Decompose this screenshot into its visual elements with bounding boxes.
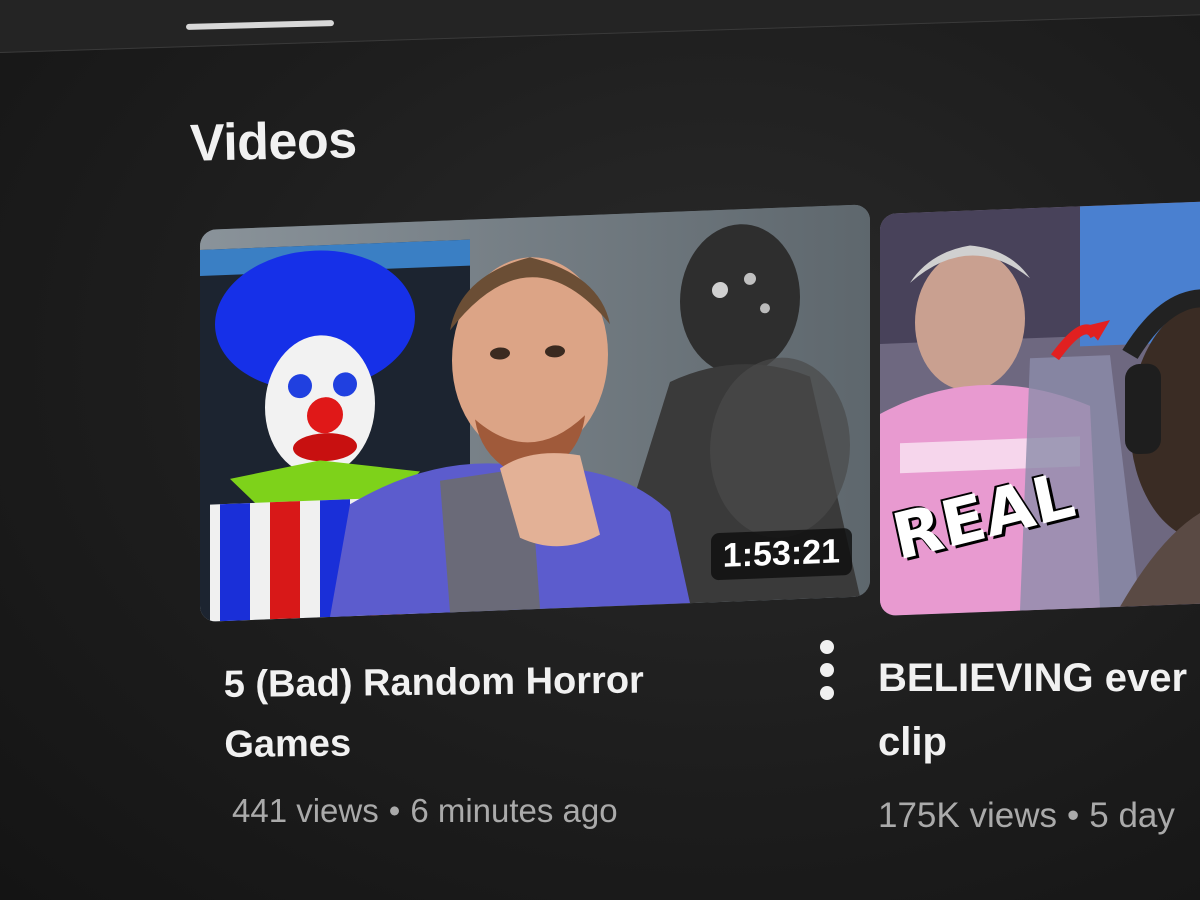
- upload-age: 6 minutes ago: [410, 792, 618, 829]
- video-title[interactable]: BELIEVING ever clip: [878, 646, 1200, 774]
- more-options-icon[interactable]: [812, 640, 842, 700]
- video-duration-badge: 1:53:21: [710, 527, 852, 581]
- separator: •: [1066, 796, 1080, 835]
- top-bar: [0, 0, 1200, 53]
- video-title-line: 5 (Bad) Random Horror: [223, 659, 645, 706]
- video-title[interactable]: 5 (Bad) Random Horror Games: [223, 649, 784, 775]
- video-title-line: BELIEVING ever: [878, 656, 1188, 700]
- video-metadata: 441 views • 6 minutes ago: [232, 792, 618, 830]
- separator: •: [388, 792, 401, 829]
- upload-age: 5 day: [1089, 796, 1175, 835]
- video-title-line: Games: [224, 722, 352, 766]
- video-title-line: clip: [878, 720, 947, 764]
- view-count: 175K views: [878, 796, 1057, 835]
- screen: Videos 1:53:21 5 (Bad) Random Horror Gam…: [0, 0, 1200, 900]
- view-count: 441 views: [232, 792, 379, 829]
- video-thumbnail[interactable]: REAL: [880, 200, 1200, 616]
- video-thumbnail[interactable]: 1:53:21: [200, 204, 870, 622]
- section-title: Videos: [189, 111, 358, 173]
- video-metadata: 175K views • 5 day: [878, 796, 1200, 836]
